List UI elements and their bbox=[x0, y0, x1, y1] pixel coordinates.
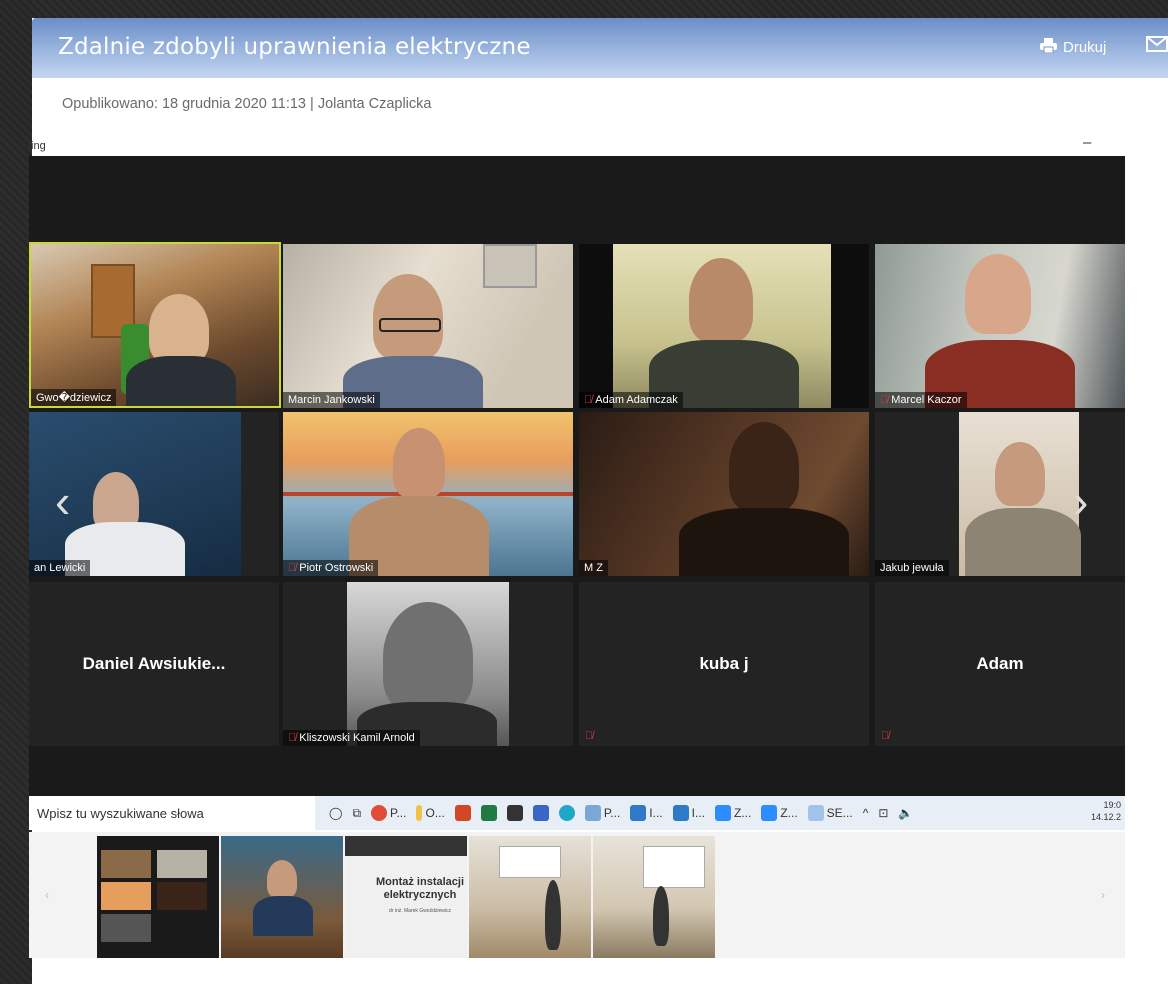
taskbar-app-explorer[interactable]: P... bbox=[584, 805, 620, 821]
clock-date: 14.12.2 bbox=[1090, 812, 1121, 822]
excel-icon[interactable] bbox=[480, 805, 497, 821]
participant-tile[interactable]: 🎙̸ Marcel Kaczor bbox=[875, 244, 1125, 408]
email-button[interactable] bbox=[1146, 36, 1168, 57]
folder-icon bbox=[416, 805, 423, 821]
network-icon[interactable]: ⊡ bbox=[878, 806, 888, 820]
muted-mic-icon: 🎙̸ bbox=[880, 394, 889, 406]
article-header: Zdalnie zdobyli uprawnienia elektryczne … bbox=[32, 18, 1168, 78]
edge-icon[interactable] bbox=[558, 805, 575, 821]
mail-app-icon[interactable] bbox=[532, 805, 549, 821]
taskbar-app-chrome[interactable]: P... bbox=[371, 805, 406, 821]
participant-tile[interactable]: kuba j 🎙̸ bbox=[579, 582, 869, 746]
participant-tile[interactable]: M Z bbox=[579, 412, 869, 576]
muted-mic-icon: 🎙̸ bbox=[584, 394, 593, 406]
participant-name: Gwo�dziewicz bbox=[31, 389, 117, 406]
volume-icon[interactable]: 🔈 bbox=[898, 806, 913, 820]
clock-time: 19:0 bbox=[1103, 800, 1121, 810]
image-gallery: ‹ Montaż instalacji elektrycznych dr inż… bbox=[29, 832, 1125, 958]
print-label: Drukuj bbox=[1063, 39, 1107, 56]
cortana-icon[interactable]: ◯ bbox=[329, 806, 342, 820]
window-icon bbox=[584, 805, 601, 821]
powerpoint-icon[interactable] bbox=[454, 805, 471, 821]
gallery-thumbnail[interactable] bbox=[593, 836, 715, 958]
participant-tile[interactable]: 🎙̸ Piotr Ostrowski bbox=[283, 412, 573, 576]
participant-name-large: kuba j bbox=[699, 654, 749, 673]
participant-name: Marcin Jankowski bbox=[283, 392, 380, 408]
task-view-icon[interactable]: ⧉ bbox=[352, 806, 361, 821]
participant-name: 🎙̸ Piotr Ostrowski bbox=[283, 560, 379, 576]
gallery-prev-icon[interactable]: ‹ bbox=[45, 888, 49, 902]
tray-chevron-icon[interactable]: ^ bbox=[863, 806, 869, 820]
participant-name: 🎙̸ Adam Adamczak bbox=[579, 392, 683, 408]
gallery-thumbnail[interactable] bbox=[97, 836, 219, 958]
slide-title: Montaż instalacji elektrycznych bbox=[375, 876, 465, 901]
zoom-gallery-view: Gwo�dziewicz Marcin Jankowski 🎙̸ Adam Ada… bbox=[29, 156, 1125, 796]
print-button[interactable]: Drukuj bbox=[1040, 38, 1106, 57]
participant-tile[interactable]: Daniel Awsiukie... bbox=[29, 582, 279, 746]
participant-tile[interactable]: Adam 🎙̸ bbox=[875, 582, 1125, 746]
participant-tile[interactable]: Marcin Jankowski bbox=[283, 244, 573, 408]
photos-icon bbox=[672, 805, 689, 821]
envelope-icon bbox=[1146, 36, 1168, 56]
taskbar-icons: ◯ ⧉ P... O... P... I... I... Z... Z... S… bbox=[329, 805, 913, 821]
muted-mic-icon: 🎙̸ bbox=[585, 730, 594, 742]
participant-name-large: Adam bbox=[976, 654, 1024, 673]
muted-mic-icon: 🎙̸ bbox=[881, 730, 890, 742]
participant-tile[interactable]: 🎙̸ Adam Adamczak bbox=[579, 244, 869, 408]
participant-name-large: Daniel Awsiukie... bbox=[82, 654, 226, 673]
gallery-next-icon[interactable]: › bbox=[1101, 888, 1105, 902]
windows-taskbar: Wpisz tu wyszukiwane słowa ◯ ⧉ P... O...… bbox=[29, 796, 1125, 830]
article-title: Zdalnie zdobyli uprawnienia elektryczne bbox=[58, 34, 531, 60]
participant-name: M Z bbox=[579, 560, 608, 576]
taskbar-app-zoom-1[interactable]: Z... bbox=[714, 805, 751, 821]
taskbar-app-photos-1[interactable]: I... bbox=[630, 805, 663, 821]
participant-tile[interactable]: Gwo�dziewicz bbox=[29, 242, 281, 408]
participant-name: an Lewicki bbox=[29, 560, 91, 576]
participant-name: 🎙̸ Marcel Kaczor bbox=[875, 392, 967, 408]
slide-subtitle: dr inż. Marek Gwoździewicz bbox=[389, 908, 451, 914]
store-icon[interactable] bbox=[506, 805, 523, 821]
zoom-icon bbox=[761, 805, 778, 821]
minimize-button[interactable]: – bbox=[1083, 134, 1091, 151]
gallery-thumbnail[interactable] bbox=[221, 836, 343, 958]
participant-tile[interactable]: 🎙̸ Kliszowski Kamil Arnold bbox=[283, 582, 573, 746]
taskbar-app-snip[interactable]: SE... bbox=[807, 805, 853, 821]
taskbar-search-input[interactable]: Wpisz tu wyszukiwane słowa bbox=[29, 796, 315, 830]
taskbar-clock[interactable]: 19:0 14.12.2 bbox=[1091, 799, 1121, 823]
gallery-thumbnail[interactable]: Montaż instalacji elektrycznych dr inż. … bbox=[345, 836, 467, 958]
participant-name: 🎙̸ Kliszowski Kamil Arnold bbox=[283, 730, 420, 746]
taskbar-app-files[interactable]: O... bbox=[416, 805, 445, 821]
muted-mic-icon: 🎙̸ bbox=[288, 732, 297, 744]
previous-page-arrow-icon[interactable]: ‹ bbox=[55, 474, 70, 528]
muted-mic-icon: 🎙̸ bbox=[288, 562, 297, 574]
gallery-thumbnail[interactable] bbox=[469, 836, 591, 958]
snipping-icon bbox=[807, 805, 824, 821]
taskbar-app-photos-2[interactable]: I... bbox=[672, 805, 705, 821]
next-page-arrow-icon[interactable]: › bbox=[1073, 474, 1088, 528]
published-meta: Opublikowano: 18 grudnia 2020 11:13 | Jo… bbox=[62, 96, 432, 112]
zoom-icon bbox=[714, 805, 731, 821]
participant-name: Jakub jewuła bbox=[875, 560, 949, 576]
zoom-window-title: ting bbox=[28, 140, 46, 152]
printer-icon bbox=[1040, 38, 1057, 57]
chrome-icon bbox=[371, 805, 388, 821]
photos-icon bbox=[630, 805, 647, 821]
taskbar-app-zoom-2[interactable]: Z... bbox=[761, 805, 798, 821]
